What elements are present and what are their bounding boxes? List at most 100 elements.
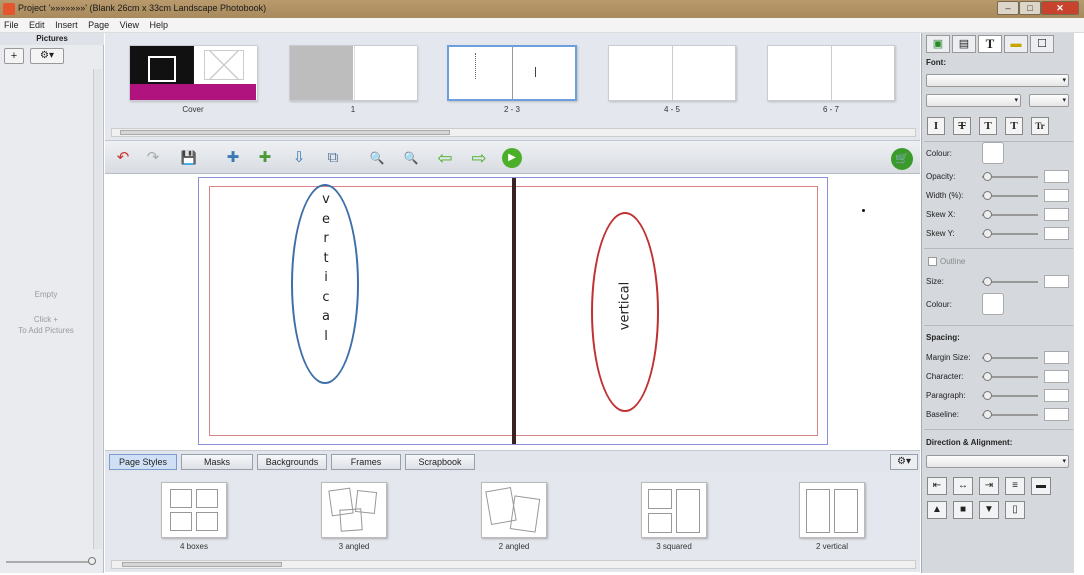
page-tab-icon[interactable]: ☐ bbox=[1030, 35, 1054, 53]
align-center-icon[interactable]: ↔ bbox=[953, 477, 973, 495]
direction-select[interactable]: ▾ bbox=[926, 455, 1069, 468]
tab-scrapbook[interactable]: Scrapbook bbox=[405, 454, 475, 470]
align-right-icon[interactable]: ⇥ bbox=[979, 477, 999, 495]
picture-options-gear-icon[interactable]: ⚙▾ bbox=[30, 48, 64, 64]
tab-page-styles[interactable]: Page Styles bbox=[109, 454, 177, 470]
paragraph-input[interactable] bbox=[1044, 389, 1069, 402]
width-input[interactable] bbox=[1044, 189, 1069, 202]
previous-page-icon[interactable]: ⇦ bbox=[435, 148, 455, 168]
skew-x-input[interactable] bbox=[1044, 208, 1069, 221]
styles-scrollbar-thumb[interactable] bbox=[122, 562, 282, 567]
style-2-angled[interactable]: 2 angled bbox=[469, 482, 559, 551]
font-style-select[interactable]: ▾ bbox=[926, 94, 1021, 107]
thumbnail-scrollbar-thumb[interactable] bbox=[120, 130, 450, 135]
close-button[interactable]: ✕ bbox=[1041, 1, 1079, 15]
style-3-squared[interactable]: 3 squared bbox=[629, 482, 719, 551]
menu-help[interactable]: Help bbox=[146, 18, 173, 30]
text-colour-swatch[interactable] bbox=[982, 142, 1004, 164]
opacity-input[interactable] bbox=[1044, 170, 1069, 183]
add-text-box-icon[interactable]: ✚ bbox=[255, 148, 275, 168]
thumbnail-page-2-3[interactable] bbox=[447, 45, 577, 101]
next-page-icon[interactable]: ⇨ bbox=[469, 148, 489, 168]
thumbnail-scrollbar[interactable] bbox=[111, 128, 916, 137]
font-size-select[interactable]: ▾ bbox=[1029, 94, 1069, 107]
character-label: Character: bbox=[926, 372, 964, 381]
text-tab-icon[interactable]: T bbox=[978, 35, 1002, 53]
frame-tab-icon[interactable]: ▤ bbox=[952, 35, 976, 53]
style-4-boxes[interactable]: 4 boxes bbox=[149, 482, 239, 551]
menu-file[interactable]: File bbox=[0, 18, 23, 30]
margin-size-input[interactable] bbox=[1044, 351, 1069, 364]
pictures-scrollbar[interactable] bbox=[93, 69, 102, 549]
baseline-slider-knob[interactable] bbox=[983, 410, 992, 419]
thumbnail-page-6-7[interactable] bbox=[767, 45, 895, 101]
redo-icon[interactable]: ↷ bbox=[143, 148, 163, 168]
add-picture-box-icon[interactable]: ✚ bbox=[223, 148, 243, 168]
outline-size-slider-knob[interactable] bbox=[983, 277, 992, 286]
style-thumb bbox=[321, 482, 387, 538]
page-spine bbox=[512, 178, 516, 444]
outline-checkbox[interactable] bbox=[928, 257, 937, 266]
menu-edit[interactable]: Edit bbox=[25, 18, 49, 30]
minimize-button[interactable]: – bbox=[997, 1, 1019, 15]
menu-page[interactable]: Page bbox=[84, 18, 113, 30]
thumbnail-cover[interactable] bbox=[129, 45, 257, 101]
zoom-in-icon[interactable]: 🔍 bbox=[401, 148, 421, 168]
styles-gear-icon[interactable]: ⚙▾ bbox=[890, 454, 918, 470]
strikethrough-button[interactable]: T bbox=[953, 117, 971, 135]
style-3-angled[interactable]: 3 angled bbox=[309, 482, 399, 551]
tab-backgrounds[interactable]: Backgrounds bbox=[257, 454, 327, 470]
insert-page-icon[interactable]: ⇩ bbox=[289, 148, 309, 168]
align-justify-icon[interactable]: ≡ bbox=[1005, 477, 1025, 495]
outline-size-input[interactable] bbox=[1044, 275, 1069, 288]
thumbnail-page-4-5[interactable] bbox=[608, 45, 736, 101]
skew-x-slider-knob[interactable] bbox=[983, 210, 992, 219]
shopping-cart-icon[interactable]: 🛒 bbox=[891, 148, 913, 170]
page-spread[interactable]: v e r t i c a l vertical bbox=[198, 177, 828, 445]
align-full-icon[interactable]: ▬ bbox=[1031, 477, 1051, 495]
letter: c bbox=[322, 289, 330, 305]
add-picture-button[interactable]: + bbox=[4, 48, 24, 64]
subscript-button[interactable]: T bbox=[1005, 117, 1023, 135]
rotated-vertical-text[interactable]: vertical bbox=[618, 282, 633, 330]
style-thumb bbox=[641, 482, 707, 538]
outline-colour-swatch[interactable] bbox=[982, 293, 1004, 315]
valign-bottom-icon[interactable]: ▼ bbox=[979, 501, 999, 519]
stacked-vertical-text[interactable]: v e r t i c a l bbox=[319, 190, 333, 346]
zoom-out-icon[interactable]: 🔍 bbox=[367, 148, 387, 168]
small-caps-button[interactable]: Tr bbox=[1031, 117, 1049, 135]
tab-masks[interactable]: Masks bbox=[181, 454, 253, 470]
style-2-vertical[interactable]: 2 vertical bbox=[787, 482, 877, 551]
thumbnail-size-slider-knob[interactable] bbox=[88, 557, 96, 565]
paragraph-slider-knob[interactable] bbox=[983, 391, 992, 400]
skew-y-input[interactable] bbox=[1044, 227, 1069, 240]
menu-view[interactable]: View bbox=[116, 18, 143, 30]
valign-fill-icon[interactable]: ▯ bbox=[1005, 501, 1025, 519]
picture-tab-icon[interactable]: ▣ bbox=[926, 35, 950, 53]
margin-size-slider-knob[interactable] bbox=[983, 353, 992, 362]
undo-icon[interactable]: ↶ bbox=[113, 148, 133, 168]
opacity-slider-knob[interactable] bbox=[983, 172, 992, 181]
font-family-select[interactable]: ▾ bbox=[926, 74, 1069, 87]
skew-y-slider-knob[interactable] bbox=[983, 229, 992, 238]
italic-button[interactable]: I bbox=[927, 117, 945, 135]
baseline-input[interactable] bbox=[1044, 408, 1069, 421]
character-slider-knob[interactable] bbox=[983, 372, 992, 381]
save-icon[interactable]: 💾 bbox=[179, 148, 199, 168]
thumbnail-page-1[interactable] bbox=[289, 45, 417, 101]
menu-insert[interactable]: Insert bbox=[51, 18, 82, 30]
superscript-button[interactable]: T bbox=[979, 117, 997, 135]
valign-top-icon[interactable]: ▲ bbox=[927, 501, 947, 519]
pictures-header: Pictures bbox=[0, 33, 104, 45]
tab-frames[interactable]: Frames bbox=[331, 454, 401, 470]
width-slider-knob[interactable] bbox=[983, 191, 992, 200]
valign-middle-icon[interactable]: ■ bbox=[953, 501, 973, 519]
thumbnail-size-slider[interactable] bbox=[6, 561, 96, 563]
ruler-tab-icon[interactable]: ▬ bbox=[1004, 35, 1028, 53]
character-input[interactable] bbox=[1044, 370, 1069, 383]
preview-play-icon[interactable]: ▶ bbox=[502, 148, 522, 168]
copy-page-icon[interactable]: ⧉ bbox=[323, 148, 343, 168]
maximize-button[interactable]: □ bbox=[1019, 1, 1041, 15]
align-left-icon[interactable]: ⇤ bbox=[927, 477, 947, 495]
styles-scrollbar[interactable] bbox=[111, 560, 916, 569]
